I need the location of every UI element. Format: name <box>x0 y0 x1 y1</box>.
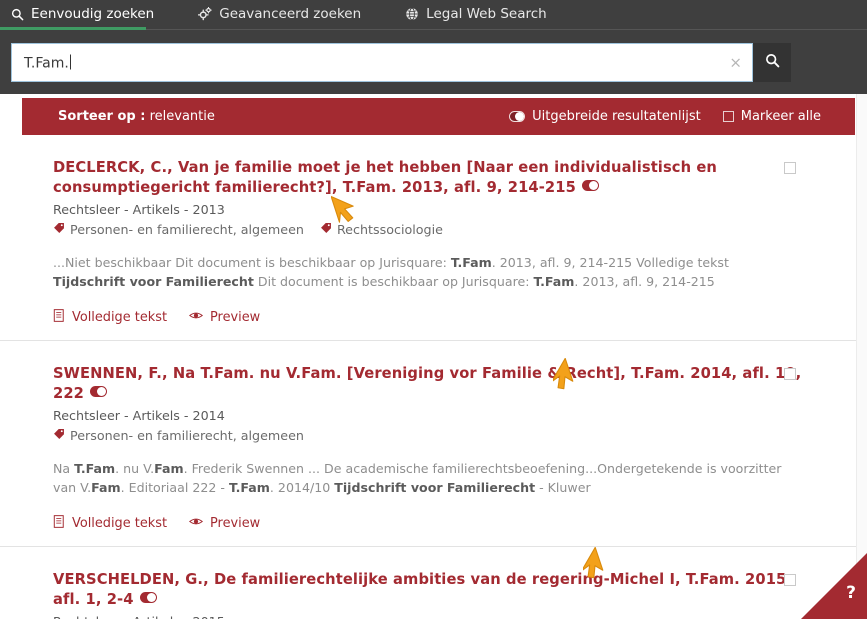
result-actions-1: Volledige tekst Preview <box>53 309 807 326</box>
top-navigation-bar: Eenvoudig zoeken Geavanceerd zoeken Lega… <box>0 0 867 31</box>
tab-geavanceerd-zoeken-label: Geavanceerd zoeken <box>219 6 362 22</box>
result-tag[interactable]: Rechtssociologie <box>320 222 443 237</box>
result-snippet-2: Na T.Fam. nu V.Fam. Frederik Swennen ...… <box>53 460 782 496</box>
tag-label: Rechtssociologie <box>336 221 443 237</box>
result-meta-3: Rechtsleer - Artikels - 2015 <box>53 614 807 619</box>
extended-results-toggle[interactable]: Uitgebreide resultatenlijst <box>509 109 701 124</box>
preview-action[interactable]: Preview <box>188 515 261 531</box>
gears-icon <box>198 7 213 21</box>
eye-icon <box>188 310 204 325</box>
vertical-scrollbar[interactable] <box>856 94 867 619</box>
tab-eenvoudig-zoeken-label: Eenvoudig zoeken <box>31 6 155 22</box>
search-icon <box>10 7 24 21</box>
extended-results-label: Uitgebreide resultatenlijst <box>532 109 701 124</box>
tab-eenvoudig-zoeken[interactable]: Eenvoudig zoeken <box>0 0 168 28</box>
access-badge-icon <box>89 386 107 398</box>
active-tab-underline <box>0 27 146 30</box>
toggle-icon <box>509 111 526 122</box>
checkbox-icon <box>722 111 734 122</box>
result-tags-2: Personen- en familierecht, algemeen <box>53 428 807 443</box>
search-input[interactable]: T.Fam. × <box>11 43 753 82</box>
tag-label: Personen- en familierecht, algemeen <box>70 221 304 237</box>
access-badge-icon <box>581 180 599 192</box>
help-question-mark-icon: ? <box>846 583 856 603</box>
text-caret <box>69 54 71 69</box>
result-tag[interactable]: Personen- en familierecht, algemeen <box>53 222 304 237</box>
results-toolbar: Sorteer op : relevantie Uitgebreide resu… <box>22 98 855 135</box>
result-checkbox-1[interactable] <box>784 162 796 174</box>
result-actions-2: Volledige tekst Preview <box>53 514 807 532</box>
access-badge-icon <box>139 592 157 604</box>
result-tag[interactable]: Personen- en familierecht, algemeen <box>53 428 304 443</box>
result-item-2: SWENNEN, F., Na T.Fam. nu V.Fam. [Vereni… <box>0 341 867 547</box>
result-meta-2: Rechtsleer - Artikels - 2014 <box>53 407 225 423</box>
tag-icon <box>53 428 65 443</box>
sort-value: relevantie <box>149 109 215 124</box>
tag-icon <box>320 222 332 237</box>
search-bar-zone: T.Fam. × <box>0 31 867 94</box>
eye-icon <box>188 516 204 531</box>
results-list: DECLERCK, C., Van je familie moet je het… <box>0 135 867 619</box>
tag-icon <box>53 222 65 237</box>
nav-tab-list: Eenvoudig zoeken Geavanceerd zoeken Lega… <box>0 0 867 28</box>
result-title-wrapper-3: VERSCHELDEN, G., De familierechtelijke a… <box>53 569 807 610</box>
full-text-action[interactable]: Volledige tekst <box>53 309 167 326</box>
result-title-2[interactable]: SWENNEN, F., Na T.Fam. nu V.Fam. [Vereni… <box>53 365 801 402</box>
document-icon <box>53 309 65 326</box>
result-title-wrapper-2: SWENNEN, F., Na T.Fam. nu V.Fam. [Vereni… <box>53 363 807 404</box>
result-title-wrapper-1: DECLERCK, C., Van je familie moet je het… <box>53 157 807 198</box>
tab-geavanceerd-zoeken[interactable]: Geavanceerd zoeken <box>188 0 375 28</box>
result-title-3[interactable]: VERSCHELDEN, G., De familierechtelijke a… <box>53 571 792 608</box>
full-text-action[interactable]: Volledige tekst <box>53 514 167 532</box>
document-icon <box>53 514 65 532</box>
result-meta-1: Rechtsleer - Artikels - 2013 <box>53 201 225 217</box>
sort-label[interactable]: Sorteer op : relevantie <box>58 109 215 124</box>
sort-prefix: Sorteer op : <box>58 109 146 124</box>
help-button[interactable]: ? <box>801 553 867 619</box>
full-text-label: Volledige tekst <box>72 309 167 325</box>
search-wrapper: T.Fam. × <box>11 43 791 82</box>
result-tags-1: Personen- en familierecht, algemeen Rech… <box>53 222 807 237</box>
preview-action[interactable]: Preview <box>188 309 261 325</box>
result-snippet-1: ...Niet beschikbaar Dit document is besc… <box>53 254 729 290</box>
result-checkbox-2[interactable] <box>784 367 796 380</box>
result-title-1[interactable]: DECLERCK, C., Van je familie moet je het… <box>53 159 717 196</box>
tab-legal-web-search[interactable]: Legal Web Search <box>395 0 561 28</box>
search-icon <box>765 53 780 72</box>
globe-icon <box>405 7 419 21</box>
tag-label: Personen- en familierecht, algemeen <box>70 427 304 443</box>
result-checkbox-3[interactable] <box>784 573 796 586</box>
search-submit-button[interactable] <box>753 43 791 82</box>
nav-divider <box>146 29 867 30</box>
result-item-3: VERSCHELDEN, G., De familierechtelijke a… <box>0 547 867 619</box>
select-all-checkbox[interactable]: Markeer alle <box>722 109 821 124</box>
toolbar-right-controls: Uitgebreide resultatenlijst Markeer alle <box>509 109 821 124</box>
full-text-label: Volledige tekst <box>72 515 167 531</box>
tab-legal-web-search-label: Legal Web Search <box>426 6 547 22</box>
result-item-1: DECLERCK, C., Van je familie moet je het… <box>0 135 867 341</box>
preview-label: Preview <box>210 309 261 325</box>
preview-label: Preview <box>210 515 261 531</box>
select-all-label: Markeer alle <box>740 109 821 124</box>
clear-search-icon[interactable]: × <box>729 55 742 70</box>
search-input-value: T.Fam. <box>24 54 71 71</box>
